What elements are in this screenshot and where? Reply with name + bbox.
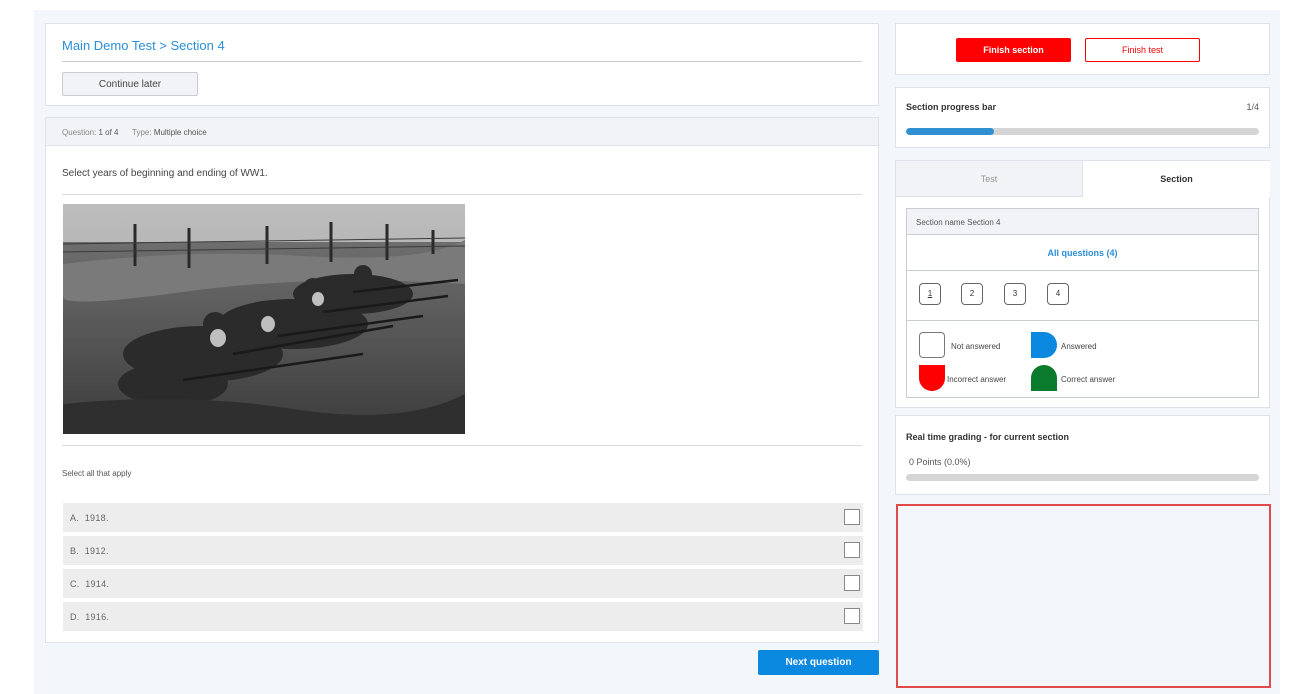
question-number-button-4[interactable]: 4: [1047, 283, 1069, 305]
highlighted-empty-region: [896, 504, 1271, 688]
breadcrumb[interactable]: Main Demo Test > Section 4: [62, 38, 225, 53]
correct-answer-legend-icon: [1031, 365, 1057, 391]
question-type-label: Type:: [132, 128, 152, 137]
question-text: Select years of beginning and ending of …: [62, 168, 268, 179]
question-number-button-2[interactable]: 2: [961, 283, 983, 305]
ww1-soldiers-photo-icon: [63, 204, 465, 434]
question-number-info: Question: 1 of 4: [62, 128, 119, 137]
legend-label: Correct answer: [1061, 375, 1116, 384]
tab-test[interactable]: Test: [896, 161, 1083, 197]
answer-checkbox[interactable]: [844, 608, 860, 624]
answer-option-d[interactable]: D. 1916.: [63, 602, 863, 631]
section-name: Section name Section 4: [907, 209, 1258, 235]
progress-fill: [906, 128, 995, 135]
question-divider: [62, 194, 862, 195]
progress-count: 1/4: [1246, 102, 1259, 112]
answer-option-letter: D.: [70, 612, 80, 622]
legend-label: Not answered: [951, 342, 1001, 351]
progress-track: [906, 128, 1259, 135]
question-info-bar: Question: 1 of 4 Type: Multiple choice: [46, 118, 878, 146]
header-divider: [62, 61, 862, 62]
answer-option-b[interactable]: B. 1912.: [63, 536, 863, 565]
question-number-button-3[interactable]: 3: [1004, 283, 1026, 305]
all-questions-link[interactable]: All questions (4): [907, 235, 1258, 271]
answer-checkbox[interactable]: [844, 509, 860, 525]
question-image: [63, 204, 465, 434]
question-panel: Question: 1 of 4 Type: Multiple choice S…: [45, 117, 879, 643]
image-divider: [62, 445, 862, 446]
answer-checkbox[interactable]: [844, 575, 860, 591]
section-progress-panel: Section progress bar 1/4: [895, 87, 1270, 148]
legend-label: Answered: [1061, 342, 1097, 351]
answer-option-value: 1912.: [84, 546, 109, 556]
question-number-label: Question:: [62, 128, 97, 137]
grading-title: Real time grading - for current section: [906, 432, 1070, 442]
grading-points: 0 Points (0.0%): [909, 457, 971, 467]
legend-divider: [907, 320, 1258, 321]
answer-option-letter: A.: [70, 513, 80, 523]
legend-label: Incorrect answer: [947, 375, 1007, 384]
answered-legend-icon: [1031, 332, 1057, 358]
finish-section-button[interactable]: Finish section: [956, 38, 1071, 62]
tab-section[interactable]: Section: [1083, 161, 1270, 197]
real-time-grading-panel: Real time grading - for current section …: [895, 415, 1270, 495]
not-answered-legend-icon: [919, 332, 945, 358]
question-number-button-1[interactable]: 1: [919, 283, 941, 305]
answer-option-text: B. 1912.: [70, 546, 109, 556]
finish-actions-panel: Finish section Finish test: [895, 23, 1270, 75]
grading-track: [906, 474, 1259, 481]
test-header: Main Demo Test > Section 4 Continue late…: [45, 23, 879, 106]
question-navigator-panel: Test Section Section name Section 4 All …: [895, 160, 1270, 408]
next-question-button[interactable]: Next question: [758, 650, 879, 675]
answer-option-value: 1914.: [85, 579, 110, 589]
progress-title: Section progress bar: [906, 102, 997, 112]
answer-checkbox[interactable]: [844, 542, 860, 558]
select-instruction: Select all that apply: [62, 469, 132, 478]
section-box: Section name Section 4 All questions (4)…: [906, 208, 1259, 398]
answer-option-value: 1918.: [84, 513, 109, 523]
answer-option-text: D. 1916.: [70, 612, 109, 622]
answer-option-c[interactable]: C. 1914.: [63, 569, 863, 598]
question-type-info: Type: Multiple choice: [132, 128, 207, 137]
answer-option-letter: B.: [70, 546, 80, 556]
answer-option-text: C. 1914.: [70, 579, 109, 589]
answer-option-a[interactable]: A. 1918.: [63, 503, 863, 532]
finish-test-button[interactable]: Finish test: [1085, 38, 1200, 62]
question-number-value: 1 of 4: [98, 128, 119, 137]
continue-later-button[interactable]: Continue later: [62, 72, 198, 96]
incorrect-answer-legend-icon: [919, 365, 945, 391]
question-type-value: Multiple choice: [153, 128, 207, 137]
answer-option-letter: C.: [70, 579, 80, 589]
answer-option-value: 1916.: [85, 612, 110, 622]
answer-option-text: A. 1918.: [70, 513, 109, 523]
